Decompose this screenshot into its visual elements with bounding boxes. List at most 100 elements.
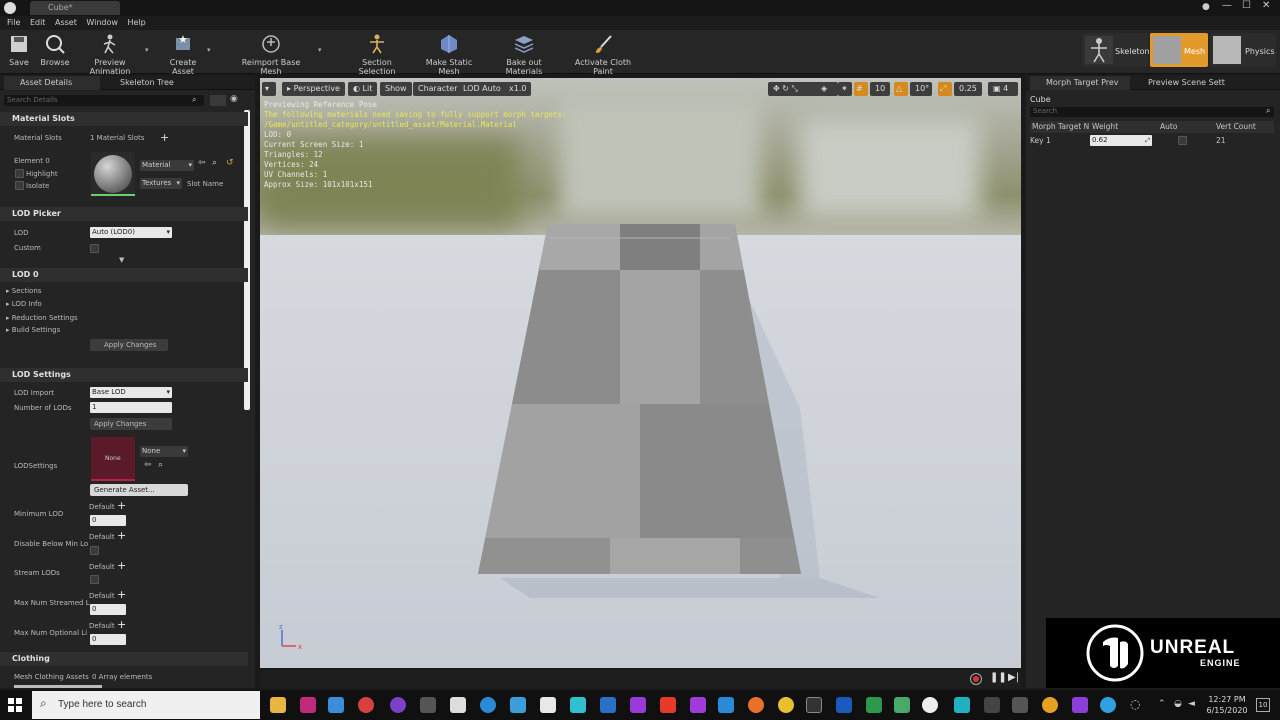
lod-import-dropdown[interactable]: Base LOD ▾ bbox=[90, 387, 172, 398]
reset-icon[interactable]: ↺ bbox=[226, 158, 234, 168]
scale-icon[interactable]: ⤡ bbox=[792, 84, 798, 93]
character-button[interactable]: Character bbox=[413, 82, 463, 96]
skip-forward-button[interactable]: ▶| bbox=[1008, 672, 1019, 683]
rotate-icon[interactable]: ↻ bbox=[782, 84, 789, 93]
wifi-icon[interactable]: ◒ bbox=[1174, 699, 1182, 709]
col-auto[interactable]: Auto bbox=[1160, 122, 1177, 131]
create-asset-button[interactable]: Create Asset bbox=[158, 33, 208, 76]
terminal-icon[interactable] bbox=[806, 697, 822, 713]
max-streamed-add-icon[interactable]: + bbox=[117, 588, 126, 601]
stream-lods-checkbox[interactable] bbox=[90, 575, 99, 584]
bake-out-materials-button[interactable]: Bake out Materials bbox=[489, 33, 559, 76]
scale-snap-icon[interactable]: ⤢ bbox=[938, 82, 952, 96]
app-icon-7[interactable] bbox=[480, 697, 496, 713]
unreal-taskbar-icon[interactable] bbox=[922, 697, 938, 713]
lod-picker-header[interactable]: LOD Picker bbox=[0, 207, 248, 221]
max-streamed-input[interactable]: 0 bbox=[90, 604, 126, 615]
angle-snap-value[interactable]: 10° bbox=[910, 82, 932, 96]
app-icon-6[interactable] bbox=[450, 697, 466, 713]
skeleton-mode-button[interactable]: Skeleton bbox=[1082, 33, 1150, 67]
app-icon-21[interactable] bbox=[1100, 697, 1116, 713]
browse-asset-icon[interactable]: ⌕ bbox=[212, 158, 217, 168]
perspective-button[interactable]: ▸ Perspective bbox=[282, 82, 345, 96]
app-icon-11[interactable] bbox=[600, 697, 616, 713]
isolate-checkbox[interactable] bbox=[15, 181, 24, 190]
generate-asset-button[interactable]: Generate Asset... bbox=[90, 484, 188, 496]
physics-mode-button[interactable]: Physics bbox=[1210, 33, 1276, 67]
tab-skeleton-tree[interactable]: Skeleton Tree bbox=[104, 76, 184, 90]
menu-file[interactable]: File bbox=[7, 16, 20, 30]
app-icon-3[interactable] bbox=[358, 697, 374, 713]
menu-help[interactable]: Help bbox=[128, 16, 146, 30]
disable-below-checkbox[interactable] bbox=[90, 546, 99, 555]
app-icon-10[interactable] bbox=[570, 697, 586, 713]
make-static-mesh-button[interactable]: Make Static Mesh bbox=[416, 33, 482, 76]
vscode-icon[interactable] bbox=[718, 697, 734, 713]
show-button[interactable]: Show bbox=[380, 82, 412, 96]
lod-auto-button[interactable]: LOD Auto bbox=[458, 82, 506, 96]
search-details-input[interactable]: Search Details ⌕ bbox=[4, 95, 204, 106]
lod0-sections-item[interactable]: ▸ Sections bbox=[6, 287, 41, 295]
app-icon-2[interactable] bbox=[328, 697, 344, 713]
app-icon-9[interactable] bbox=[540, 697, 556, 713]
minimum-lod-input[interactable]: 0 bbox=[90, 515, 126, 526]
minimize-icon[interactable]: — bbox=[1222, 0, 1232, 11]
material-dropdown[interactable]: Material ▾ bbox=[140, 160, 194, 171]
menu-window[interactable]: Window bbox=[86, 16, 118, 30]
app-icon-15[interactable] bbox=[866, 697, 882, 713]
max-optional-add-icon[interactable]: + bbox=[117, 618, 126, 631]
app-icon-12[interactable] bbox=[630, 697, 646, 713]
lod-settings-header[interactable]: LOD Settings bbox=[0, 368, 248, 382]
details-scrollbar[interactable] bbox=[244, 110, 250, 410]
visual-studio-icon[interactable] bbox=[690, 697, 706, 713]
activate-cloth-paint-button[interactable]: Activate Cloth Paint bbox=[566, 33, 640, 76]
windows-start-icon[interactable] bbox=[8, 698, 22, 712]
use-selected-arrow-icon[interactable]: ⇦ bbox=[198, 158, 206, 168]
document-tab[interactable]: Cube* bbox=[30, 1, 120, 15]
num-lods-input[interactable]: 1 bbox=[90, 402, 172, 413]
mesh-mode-button[interactable]: Mesh bbox=[1150, 33, 1208, 67]
app-icon-17[interactable] bbox=[954, 697, 970, 713]
app-icon-8[interactable] bbox=[510, 697, 526, 713]
volume-icon[interactable]: ◄ bbox=[1188, 699, 1195, 709]
add-material-slot-icon[interactable]: + bbox=[160, 131, 169, 144]
reimport-base-mesh-button[interactable]: Reimport Base Mesh bbox=[233, 33, 309, 76]
user-icon[interactable]: ● bbox=[1202, 2, 1210, 12]
morph-search-input[interactable]: Search ⌕ bbox=[1030, 106, 1274, 117]
powershell-icon[interactable] bbox=[836, 697, 852, 713]
app-icon-18[interactable] bbox=[984, 697, 1000, 713]
lodsettings-dropdown[interactable]: None ▾ bbox=[140, 446, 188, 457]
col-morph-target-name[interactable]: Morph Target N bbox=[1032, 122, 1089, 131]
app-icon-16[interactable] bbox=[894, 697, 910, 713]
highlight-checkbox[interactable] bbox=[15, 169, 24, 178]
weight-input[interactable]: 0.62 ⤢ bbox=[1090, 135, 1152, 146]
minimum-lod-add-icon[interactable]: + bbox=[117, 499, 126, 512]
clothing-header[interactable]: Clothing bbox=[0, 652, 248, 666]
table-row[interactable]: Key 1 0.62 ⤢ 21 bbox=[1030, 135, 1274, 147]
clock[interactable]: 12:27 PM 6/15/2020 bbox=[1205, 694, 1249, 716]
col-weight[interactable]: Weight bbox=[1092, 122, 1118, 131]
app-icon-13[interactable] bbox=[660, 697, 676, 713]
close-icon[interactable]: ✕ bbox=[1262, 0, 1270, 11]
lod0-header[interactable]: LOD 0 bbox=[0, 268, 248, 282]
surface-snap-icon[interactable]: ✶ bbox=[838, 82, 852, 96]
lod0-build-item[interactable]: ▸ Build Settings bbox=[6, 326, 60, 334]
auto-checkbox[interactable] bbox=[1178, 136, 1187, 145]
disable-below-add-icon[interactable]: + bbox=[117, 529, 126, 542]
menu-edit[interactable]: Edit bbox=[30, 16, 46, 30]
app-icon-19[interactable] bbox=[1012, 697, 1028, 713]
lod-settings-apply-button[interactable]: Apply Changes bbox=[90, 418, 172, 430]
material-slots-header[interactable]: Material Slots bbox=[0, 112, 248, 126]
lod-dropdown[interactable]: Auto (LOD0) ▾ bbox=[90, 227, 172, 238]
create-asset-dropdown-icon[interactable]: ▾ bbox=[207, 46, 211, 54]
section-selection-button[interactable]: Section Selection bbox=[345, 33, 409, 76]
grid-size-value[interactable]: 10 bbox=[870, 82, 890, 96]
textures-dropdown[interactable]: Textures ▾ bbox=[140, 178, 182, 189]
max-optional-input[interactable]: 0 bbox=[90, 634, 126, 645]
taskbar-search-box[interactable]: ⌕ Type here to search bbox=[32, 691, 260, 719]
use-selected-icon[interactable]: ⇦ bbox=[144, 460, 152, 470]
eye-icon[interactable]: ◉ bbox=[230, 94, 238, 104]
preview-animation-dropdown-icon[interactable]: ▾ bbox=[145, 46, 149, 54]
col-vert-count[interactable]: Vert Count bbox=[1216, 122, 1256, 131]
translate-icon[interactable]: ✥ bbox=[773, 84, 780, 93]
